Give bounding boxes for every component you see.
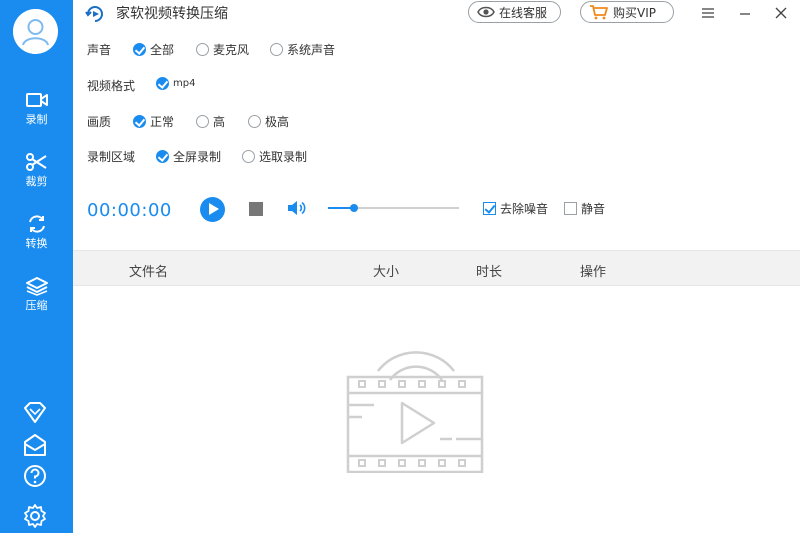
eye-icon bbox=[477, 6, 495, 18]
audio-option-system[interactable]: 系统声音 bbox=[270, 41, 335, 58]
vip-diamond-icon[interactable] bbox=[22, 400, 48, 426]
mail-icon[interactable] bbox=[22, 432, 48, 458]
option-label: 系统声音 bbox=[287, 43, 336, 57]
sidebar: 录制 裁剪 转换 压缩 bbox=[0, 0, 73, 533]
volume-slider[interactable] bbox=[328, 204, 459, 212]
quality-option-normal[interactable]: 正常 bbox=[133, 113, 174, 130]
audio-label: 声音 bbox=[87, 43, 112, 57]
minimize-icon bbox=[740, 13, 750, 15]
sidebar-item-label: 录制 bbox=[25, 113, 48, 126]
checkbox-icon[interactable] bbox=[564, 202, 577, 215]
radio-icon[interactable] bbox=[196, 115, 209, 128]
buy-vip-label: 购买VIP bbox=[613, 5, 656, 20]
format-option-mp4[interactable]: mp4 bbox=[156, 77, 195, 90]
sidebar-item-label: 裁剪 bbox=[25, 175, 48, 188]
format-label: 视频格式 bbox=[87, 79, 136, 93]
close-button[interactable] bbox=[770, 2, 792, 24]
option-label: 全屏录制 bbox=[173, 150, 222, 164]
scissors-icon bbox=[25, 153, 47, 171]
region-option-fullscreen[interactable]: 全屏录制 bbox=[156, 148, 221, 165]
radio-icon[interactable] bbox=[248, 115, 261, 128]
region-option-select[interactable]: 选取录制 bbox=[242, 148, 307, 165]
option-label: 极高 bbox=[265, 115, 290, 129]
stop-button[interactable] bbox=[249, 202, 263, 216]
quality-option-ultra[interactable]: 极高 bbox=[248, 113, 289, 130]
option-label: 正常 bbox=[150, 115, 175, 129]
option-label: 高 bbox=[213, 115, 226, 129]
option-label: 全部 bbox=[150, 43, 175, 57]
region-label: 录制区域 bbox=[87, 150, 136, 164]
recording-settings: 声音 全部 麦克风 系统声音 视频格式 mp4 画质 正常 高 极高 录制区域 … bbox=[73, 27, 800, 250]
column-header-duration[interactable]: 时长 bbox=[476, 261, 502, 280]
sidebar-item-label: 转换 bbox=[25, 237, 48, 250]
radio-checked-icon[interactable] bbox=[133, 43, 146, 56]
file-table-body bbox=[73, 286, 800, 533]
buy-vip-button[interactable]: 购买VIP bbox=[580, 1, 674, 23]
empty-video-icon bbox=[346, 351, 484, 473]
sidebar-item-convert[interactable]: 转换 bbox=[0, 214, 73, 251]
radio-icon[interactable] bbox=[196, 43, 209, 56]
mute-checkbox[interactable]: 静音 bbox=[564, 200, 605, 217]
sidebar-item-trim[interactable]: 裁剪 bbox=[0, 152, 73, 189]
sidebar-item-compress[interactable]: 压缩 bbox=[0, 276, 73, 313]
radio-checked-icon[interactable] bbox=[156, 77, 169, 90]
radio-checked-icon[interactable] bbox=[133, 115, 146, 128]
quality-label: 画质 bbox=[87, 115, 112, 129]
sidebar-item-record[interactable]: 录制 bbox=[0, 90, 73, 127]
sidebar-item-label: 压缩 bbox=[25, 299, 48, 312]
user-icon bbox=[13, 9, 58, 54]
volume-icon[interactable] bbox=[286, 199, 306, 217]
minimize-button[interactable] bbox=[734, 2, 756, 24]
video-camera-icon bbox=[25, 93, 48, 107]
radio-checked-icon[interactable] bbox=[156, 150, 169, 163]
convert-icon bbox=[28, 215, 45, 233]
column-header-size[interactable]: 大小 bbox=[373, 261, 399, 280]
layers-icon bbox=[25, 277, 48, 296]
radio-icon[interactable] bbox=[270, 43, 283, 56]
checkbox-label: 去除噪音 bbox=[500, 202, 549, 216]
checkbox-checked-icon[interactable] bbox=[483, 202, 496, 215]
settings-icon[interactable] bbox=[22, 503, 48, 529]
close-icon bbox=[775, 7, 787, 19]
radio-icon[interactable] bbox=[242, 150, 255, 163]
cart-icon bbox=[590, 5, 608, 20]
help-icon[interactable] bbox=[22, 463, 48, 489]
option-label: 选取录制 bbox=[259, 150, 308, 164]
play-button[interactable] bbox=[200, 197, 225, 222]
menu-button[interactable] bbox=[697, 2, 719, 24]
volume-slider-handle[interactable] bbox=[350, 204, 359, 212]
avatar[interactable] bbox=[13, 9, 58, 54]
app-title: 家软视频转换压缩 bbox=[116, 6, 228, 22]
option-label: 麦克风 bbox=[213, 43, 250, 57]
checkbox-label: 静音 bbox=[581, 202, 606, 216]
menu-icon bbox=[702, 8, 714, 18]
title-bar: 家软视频转换压缩 在线客服 购买VIP bbox=[73, 0, 800, 27]
quality-option-high[interactable]: 高 bbox=[196, 113, 225, 130]
audio-option-all[interactable]: 全部 bbox=[133, 41, 174, 58]
column-header-filename[interactable]: 文件名 bbox=[129, 261, 168, 280]
app-logo-icon bbox=[85, 6, 103, 22]
column-header-actions[interactable]: 操作 bbox=[580, 261, 606, 280]
noise-reduction-checkbox[interactable]: 去除噪音 bbox=[483, 200, 548, 217]
file-table-header: 文件名 大小 时长 操作 bbox=[73, 250, 800, 286]
online-service-button[interactable]: 在线客服 bbox=[468, 1, 561, 23]
audio-option-mic[interactable]: 麦克风 bbox=[196, 41, 249, 58]
online-service-label: 在线客服 bbox=[499, 5, 548, 20]
recording-timer: 00:00:00 bbox=[87, 200, 172, 221]
option-label: mp4 bbox=[173, 78, 196, 89]
